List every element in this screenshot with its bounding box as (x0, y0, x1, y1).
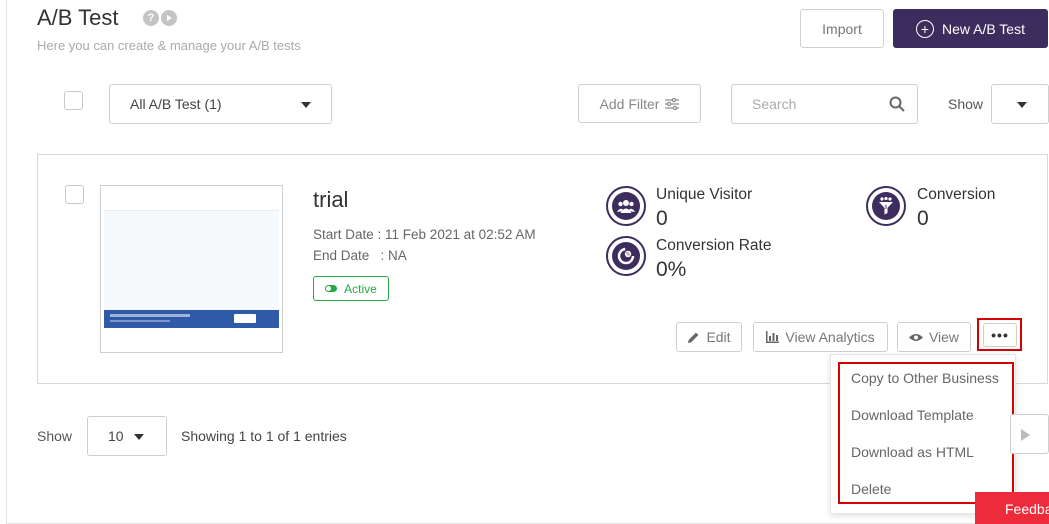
funnel-icon: $ (866, 186, 906, 226)
test-thumbnail[interactable] (100, 185, 283, 353)
play-icon[interactable] (161, 10, 177, 26)
test-select-checkbox[interactable] (65, 185, 84, 204)
page-title: A/B Test (37, 5, 119, 30)
search-input[interactable] (752, 96, 892, 112)
svg-text:%: % (626, 252, 630, 257)
bar-chart-icon (766, 331, 780, 343)
search-box (731, 84, 918, 124)
view-analytics-label: View Analytics (785, 329, 875, 345)
toggle-icon (325, 285, 338, 292)
chevron-down-icon (1017, 102, 1027, 108)
new-ab-test-label: New A/B Test (941, 20, 1025, 37)
chevron-down-icon (134, 434, 144, 440)
sliders-icon (665, 97, 680, 110)
test-filter-value: All A/B Test (1) (130, 96, 222, 112)
chevron-right-icon (1021, 429, 1030, 441)
thumbnail-banner (104, 310, 279, 328)
chevron-down-icon (301, 102, 311, 108)
import-button[interactable]: Import (800, 9, 884, 48)
eye-icon (908, 333, 923, 341)
conversion-rate-label: Conversion Rate (656, 237, 772, 254)
view-button[interactable]: View (897, 322, 971, 352)
feedback-tab[interactable]: Feedback (975, 492, 1049, 524)
menu-item-delete[interactable]: Delete (851, 481, 891, 497)
entries-summary: Showing 1 to 1 of 1 entries (181, 428, 347, 444)
page-size-select[interactable]: 10 (87, 416, 167, 456)
next-page-button[interactable] (1010, 414, 1049, 454)
view-analytics-button[interactable]: View Analytics (753, 322, 888, 352)
add-filter-button[interactable]: Add Filter (578, 84, 701, 123)
unique-visitor-value: 0 (656, 207, 668, 230)
status-text: Active (344, 281, 377, 296)
search-icon[interactable] (889, 96, 905, 112)
conversion-rate-value: 0% (656, 258, 687, 281)
new-ab-test-button[interactable]: + New A/B Test (893, 9, 1048, 48)
title-icons: ? (143, 10, 177, 26)
conversion-value: 0 (917, 207, 929, 230)
menu-item-download-template[interactable]: Download Template (851, 407, 974, 423)
edit-button[interactable]: Edit (676, 322, 742, 352)
end-date: End Date : NA (313, 248, 407, 263)
pencil-icon (688, 332, 699, 343)
users-icon (606, 186, 646, 226)
test-name[interactable]: trial (313, 187, 348, 213)
show-label: Show (948, 96, 984, 112)
show-select[interactable] (991, 84, 1049, 124)
start-date: Start Date : 11 Feb 2021 at 02:52 AM (313, 227, 536, 242)
more-actions-highlight: ••• (977, 318, 1022, 351)
menu-item-copy-to-other-business[interactable]: Copy to Other Business (851, 370, 999, 386)
svg-text:$: $ (884, 205, 887, 211)
question-icon[interactable]: ? (143, 10, 159, 26)
more-actions-button[interactable]: ••• (983, 323, 1017, 347)
page-size-value: 10 (108, 428, 124, 444)
page-subtitle: Here you can create & manage your A/B te… (37, 38, 301, 53)
conversion-label: Conversion (917, 186, 996, 203)
edit-label: Edit (706, 329, 731, 345)
page-size-label: Show (37, 428, 73, 444)
unique-visitor-label: Unique Visitor (656, 186, 753, 203)
test-filter-select[interactable]: All A/B Test (1) (109, 84, 332, 124)
add-filter-label: Add Filter (599, 95, 660, 112)
view-label: View (928, 329, 960, 345)
menu-item-download-as-html[interactable]: Download as HTML (851, 444, 974, 460)
plus-icon: + (915, 19, 934, 38)
status-badge: Active (313, 276, 389, 301)
thumbnail-preview (104, 210, 279, 310)
percent-gauge-icon: % (606, 236, 646, 276)
select-all-checkbox[interactable] (64, 91, 83, 110)
